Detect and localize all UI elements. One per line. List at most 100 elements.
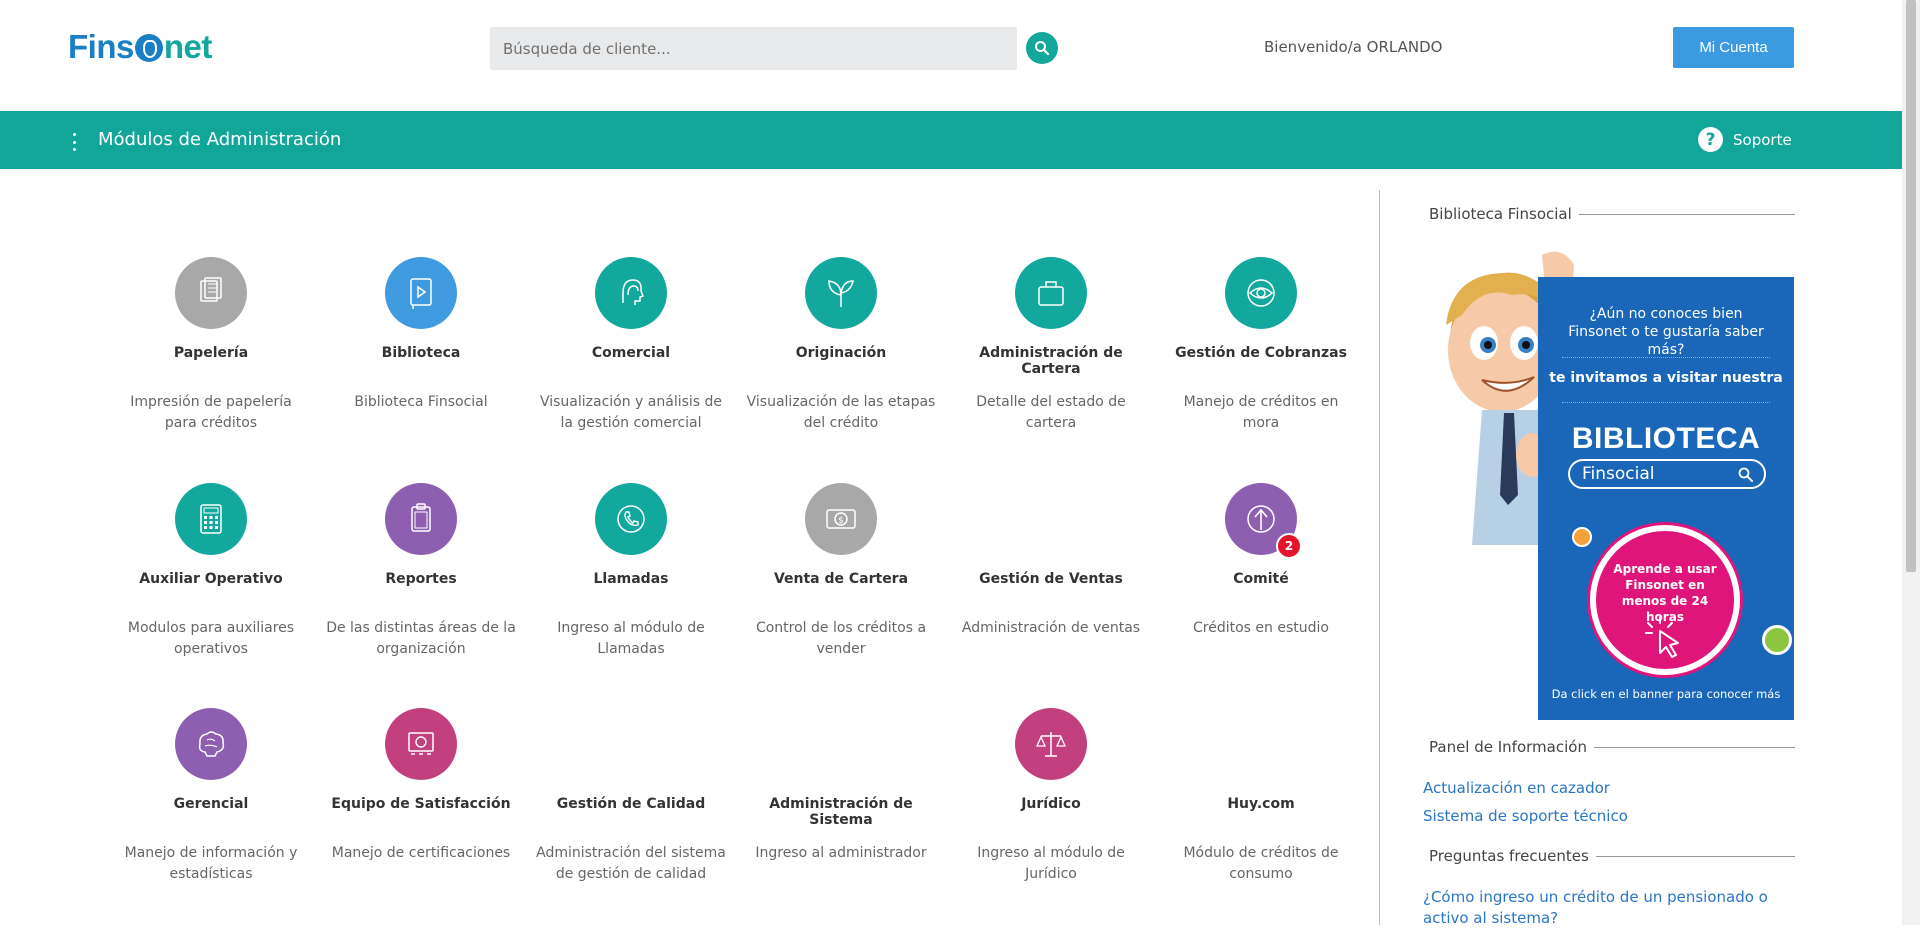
module-title: Reportes (385, 571, 457, 587)
welcome-text: Bienvenido/a ORLANDO (1264, 38, 1443, 56)
money-icon: $ (826, 509, 856, 529)
module-card[interactable]: Auxiliar Operativo Modulos para auxiliare… (111, 483, 311, 660)
library-banner[interactable]: ¿Aún no conoces bien Finsonet o te gusta… (1422, 245, 1794, 720)
decor-orange-dot (1572, 527, 1592, 547)
module-description: Manejo de certificaciones (331, 845, 511, 861)
module-title: Gestión de Ventas (979, 571, 1123, 587)
module-description: Manejo de créditos en mora (1183, 394, 1339, 431)
module-title: Jurídico (1021, 796, 1081, 812)
module-description: Visualización y análisis de la gestión c… (539, 394, 723, 431)
info-link-cazador[interactable]: Actualización en cazador (1423, 778, 1610, 799)
module-card[interactable]: Biblioteca Biblioteca Finsocial (321, 257, 521, 413)
module-card[interactable]: Equipo de Satisfacción Manejo de certific… (321, 708, 521, 864)
module-title: Huy.com (1227, 796, 1295, 812)
module-card[interactable]: Jurídico Ingreso al módulo de Jurídico (951, 708, 1151, 885)
info-link-soporte[interactable]: Sistema de soporte técnico (1423, 806, 1628, 827)
logo-hand-icon (134, 34, 163, 62)
module-icon-circle (175, 257, 247, 329)
module-description: Ingreso al módulo de Jurídico (977, 845, 1125, 882)
module-title: Llamadas (593, 571, 669, 587)
client-search-input[interactable] (490, 27, 1017, 70)
banner-panel: ¿Aún no conoces bien Finsonet o te gusta… (1538, 277, 1794, 720)
module-bar: Módulos de Administración ? Soporte (0, 111, 1902, 169)
brain-icon (198, 731, 225, 757)
module-icon-circle (1015, 257, 1087, 329)
module-icon-circle (385, 708, 457, 780)
module-card[interactable]: Huy.com Módulo de créditos de consumo (1161, 708, 1361, 885)
module-description: De las distintas áreas de la organizació… (326, 620, 516, 657)
module-title: Gestión de Calidad (556, 796, 706, 812)
module-description: Administración del sistema de gestión de… (536, 845, 726, 882)
module-card[interactable]: Reportes De las distintas áreas de la org… (321, 483, 521, 660)
module-description: Biblioteca Finsocial (354, 394, 488, 410)
module-icon-circle (1225, 708, 1297, 780)
clipboard-icon (411, 503, 431, 532)
module-card[interactable]: Comercial Visualización y análisis de la … (531, 257, 731, 434)
library-heading: Biblioteca Finsocial (1429, 205, 1795, 223)
my-account-button[interactable]: Mi Cuenta (1673, 27, 1794, 68)
help-icon: ? (1698, 127, 1723, 152)
finsonet-logo[interactable]: Fins net (68, 28, 212, 66)
logo-text-right: net (163, 28, 213, 65)
module-card[interactable]: Administración de Sistema Ingreso al admi… (741, 708, 941, 864)
phone-icon (617, 505, 645, 533)
module-card[interactable]: 2 Comité Créditos en estudio (1161, 483, 1361, 639)
plant-icon (828, 280, 854, 307)
module-description: Ingreso al administrador (755, 845, 927, 861)
module-icon-circle: 2 (1225, 483, 1302, 559)
module-card[interactable]: Llamadas Ingreso al módulo de Llamadas (531, 483, 731, 660)
briefcase-icon (1038, 281, 1064, 306)
search-button[interactable] (1026, 32, 1058, 64)
svg-text:$: $ (838, 516, 844, 526)
support-link[interactable]: ? Soporte (1698, 127, 1792, 152)
module-title: Venta de Cartera (773, 571, 909, 587)
faq-heading-text: Preguntas frecuentes (1429, 847, 1589, 865)
module-icon-circle (595, 483, 667, 555)
scrollbar[interactable] (1902, 0, 1920, 925)
banner-invite: te invitamos a visitar nuestra (1549, 370, 1783, 386)
page-title: Módulos de Administración (98, 129, 342, 150)
module-card[interactable]: Gestión de Calidad Administración del sis… (531, 708, 731, 885)
module-icon-circle (1015, 483, 1087, 555)
video-book-icon (410, 278, 432, 309)
module-card[interactable]: Originación Visualización de las etapas d… (741, 257, 941, 434)
calculator-icon (200, 504, 222, 534)
library-heading-text: Biblioteca Finsocial (1429, 205, 1572, 223)
module-icon-circle (1225, 257, 1297, 329)
banner-question: ¿Aún no conoces bien Finsonet o te gusta… (1568, 306, 1764, 358)
module-card[interactable]: $ Venta de Cartera Control de los créditos… (741, 483, 941, 660)
scrollbar-thumb[interactable] (1906, 0, 1916, 572)
module-icon-circle (805, 708, 877, 780)
module-card[interactable]: Gestión de Ventas Administración de venta… (951, 483, 1151, 639)
module-title: Equipo de Satisfacción (331, 796, 511, 812)
module-card[interactable]: Gerencial Manejo de información y estadís… (111, 708, 311, 885)
module-title: Administración de Sistema (769, 796, 913, 828)
module-card[interactable]: Gestión de Cobranzas Manejo de créditos e… (1161, 257, 1361, 434)
faq-link-1[interactable]: ¿Cómo ingreso un crédito de un pensionad… (1423, 887, 1793, 929)
notification-badge: 2 (1276, 533, 1302, 559)
module-icon-circle (805, 257, 877, 329)
module-icon-circle (1015, 708, 1087, 780)
head-icon (622, 279, 644, 305)
module-icon-circle: $ (805, 483, 877, 555)
faq-heading: Preguntas frecuentes (1429, 847, 1795, 865)
module-card[interactable]: Papelería Impresión de papelería para cré… (111, 257, 311, 434)
banner-title: BIBLIOTECA (1571, 422, 1761, 455)
module-title: Biblioteca (381, 345, 461, 361)
module-title: Administración de Cartera (979, 345, 1123, 377)
module-description: Modulos para auxiliares operativos (127, 620, 295, 657)
module-icon-circle (595, 708, 667, 780)
module-description: Créditos en estudio (1193, 620, 1329, 636)
menu-dots-icon[interactable] (70, 133, 78, 151)
module-title: Papelería (173, 345, 249, 361)
banner-search-pill: Finsocial (1568, 459, 1766, 489)
module-card[interactable]: Administración de Cartera Detalle del est… (951, 257, 1151, 434)
header: Finsnet Bienvenido/a ORLANDO Mi Cuenta (0, 0, 1902, 111)
module-description: Impresión de papelería para créditos (130, 394, 292, 431)
search-icon (1035, 41, 1050, 56)
module-description: Ingreso al módulo de Llamadas (557, 620, 705, 657)
module-title: Gestión de Cobranzas (1175, 345, 1347, 361)
module-icon-circle (385, 483, 457, 555)
module-description: Visualización de las etapas del crédito (746, 394, 936, 431)
module-icon-circle (175, 708, 247, 780)
